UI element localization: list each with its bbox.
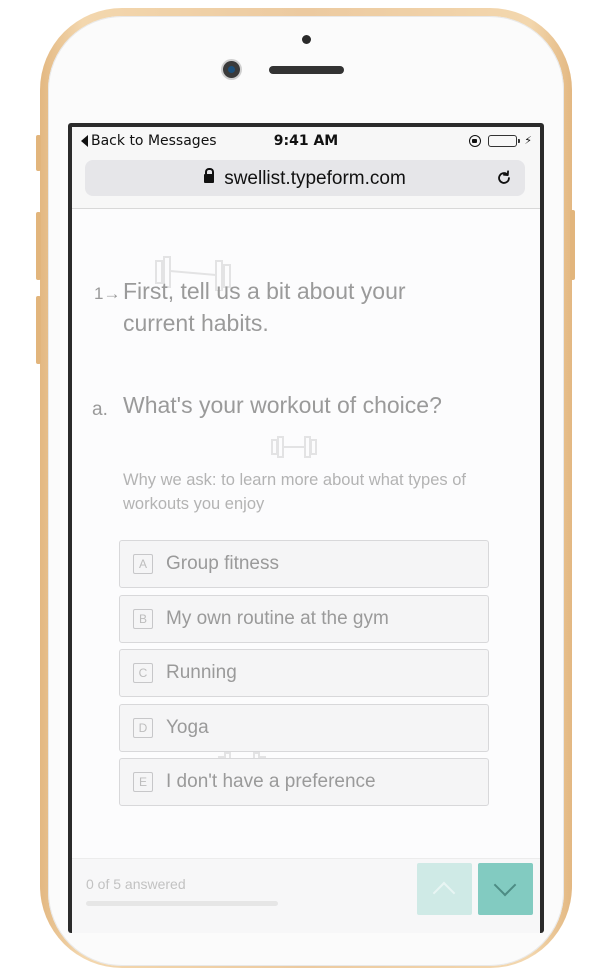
sub-question-description: Why we ask: to learn more about what typ… <box>123 471 466 513</box>
volume-up-button <box>36 212 41 280</box>
dumbbell-icon <box>271 436 317 458</box>
choice-label: I don't have a preference <box>166 771 376 792</box>
choice-own-routine[interactable]: B My own routine at the gym <box>119 594 489 643</box>
status-indicators: ⚡ <box>469 134 532 147</box>
form-footer: 0 of 5 answered <box>72 858 540 933</box>
progress-bar <box>86 901 278 906</box>
address-bar[interactable]: swellist.typeform.com <box>85 160 525 196</box>
choice-group-fitness[interactable]: A Group fitness <box>119 540 489 588</box>
url-text: swellist.typeform.com <box>224 168 406 189</box>
mute-switch <box>36 135 41 171</box>
choice-label: Running <box>166 662 237 683</box>
earpiece-speaker <box>269 66 344 74</box>
choice-key: A <box>133 554 153 574</box>
choice-key: D <box>133 717 153 738</box>
charging-bolt-icon: ⚡ <box>524 134 532 147</box>
choice-key: C <box>133 663 153 683</box>
previous-button[interactable] <box>417 863 472 915</box>
typeform-page: 1→ First, tell us a bit about your curre… <box>72 209 540 933</box>
question-number: 1→ <box>94 284 121 303</box>
volume-down-button <box>36 296 41 364</box>
phone-screen: Back to Messages 9:41 AM ⚡ swellist.type… <box>68 123 544 933</box>
url-display: swellist.typeform.com <box>85 168 525 190</box>
status-bar: Back to Messages 9:41 AM ⚡ <box>72 127 540 155</box>
choice-list: A Group fitness B My own routine at the … <box>119 540 489 813</box>
choice-key: B <box>133 608 153 629</box>
lock-icon <box>204 168 215 183</box>
choice-no-preference[interactable]: E I don't have a preference <box>119 758 489 806</box>
sub-question-number: a. <box>92 399 108 420</box>
chevron-up-icon <box>432 881 456 905</box>
choice-label: Yoga <box>166 716 209 738</box>
choice-label: Group fitness <box>166 553 279 574</box>
front-camera <box>223 61 240 78</box>
proximity-sensor <box>302 35 311 44</box>
choice-label: My own routine at the gym <box>166 607 389 629</box>
rotation-lock-icon <box>469 134 482 147</box>
progress-text: 0 of 5 answered <box>86 876 186 892</box>
question-title: First, tell us a bit about your current … <box>123 278 406 336</box>
reload-icon[interactable] <box>495 169 513 187</box>
battery-icon <box>488 134 521 147</box>
choice-yoga[interactable]: D Yoga <box>119 703 489 752</box>
chevron-down-icon <box>493 873 517 897</box>
power-button <box>570 210 575 280</box>
sub-question-title: What's your workout of choice? <box>123 392 442 418</box>
next-button[interactable] <box>478 863 533 915</box>
choice-key: E <box>133 772 153 792</box>
choice-running[interactable]: C Running <box>119 649 489 697</box>
screen-content: Back to Messages 9:41 AM ⚡ swellist.type… <box>72 127 540 933</box>
